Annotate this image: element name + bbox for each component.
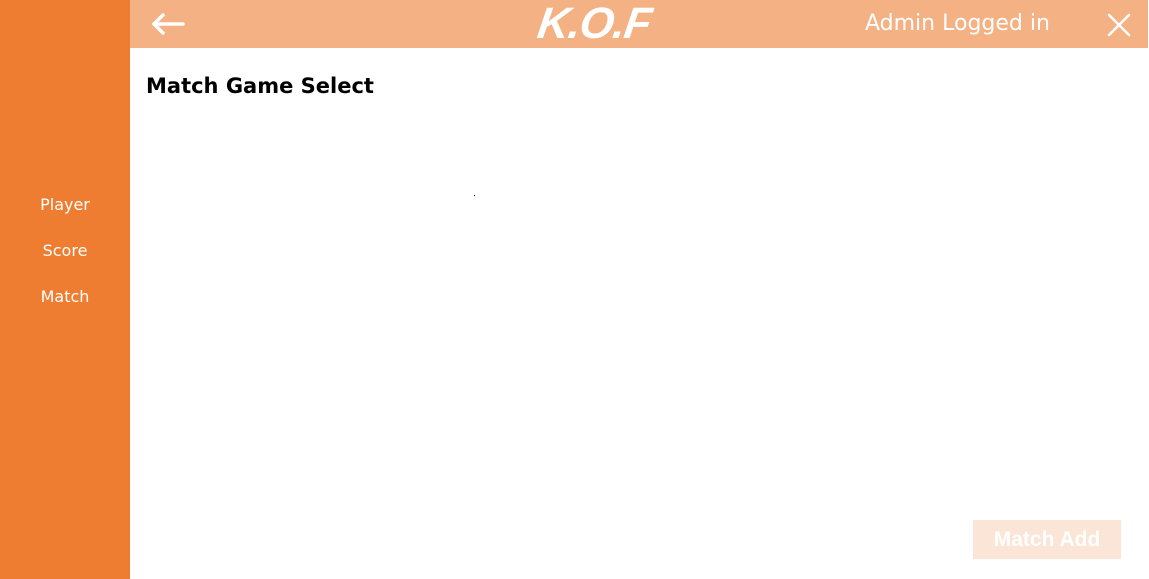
sidebar-item-player[interactable]: Player bbox=[0, 195, 130, 215]
app-logo: K.O.F bbox=[534, 0, 654, 48]
login-status: Admin Logged in bbox=[865, 11, 1050, 36]
stray-dot bbox=[474, 195, 475, 196]
arrow-left-icon[interactable] bbox=[150, 10, 186, 38]
sidebar: Player Score Match bbox=[0, 0, 130, 579]
close-icon[interactable] bbox=[1105, 11, 1133, 39]
sidebar-item-score[interactable]: Score bbox=[0, 241, 130, 261]
top-bar: K.O.F Admin Logged in bbox=[130, 0, 1148, 48]
sidebar-item-match[interactable]: Match bbox=[0, 287, 130, 307]
page-title: Match Game Select bbox=[146, 74, 374, 98]
match-add-button[interactable]: Match Add bbox=[973, 520, 1121, 559]
